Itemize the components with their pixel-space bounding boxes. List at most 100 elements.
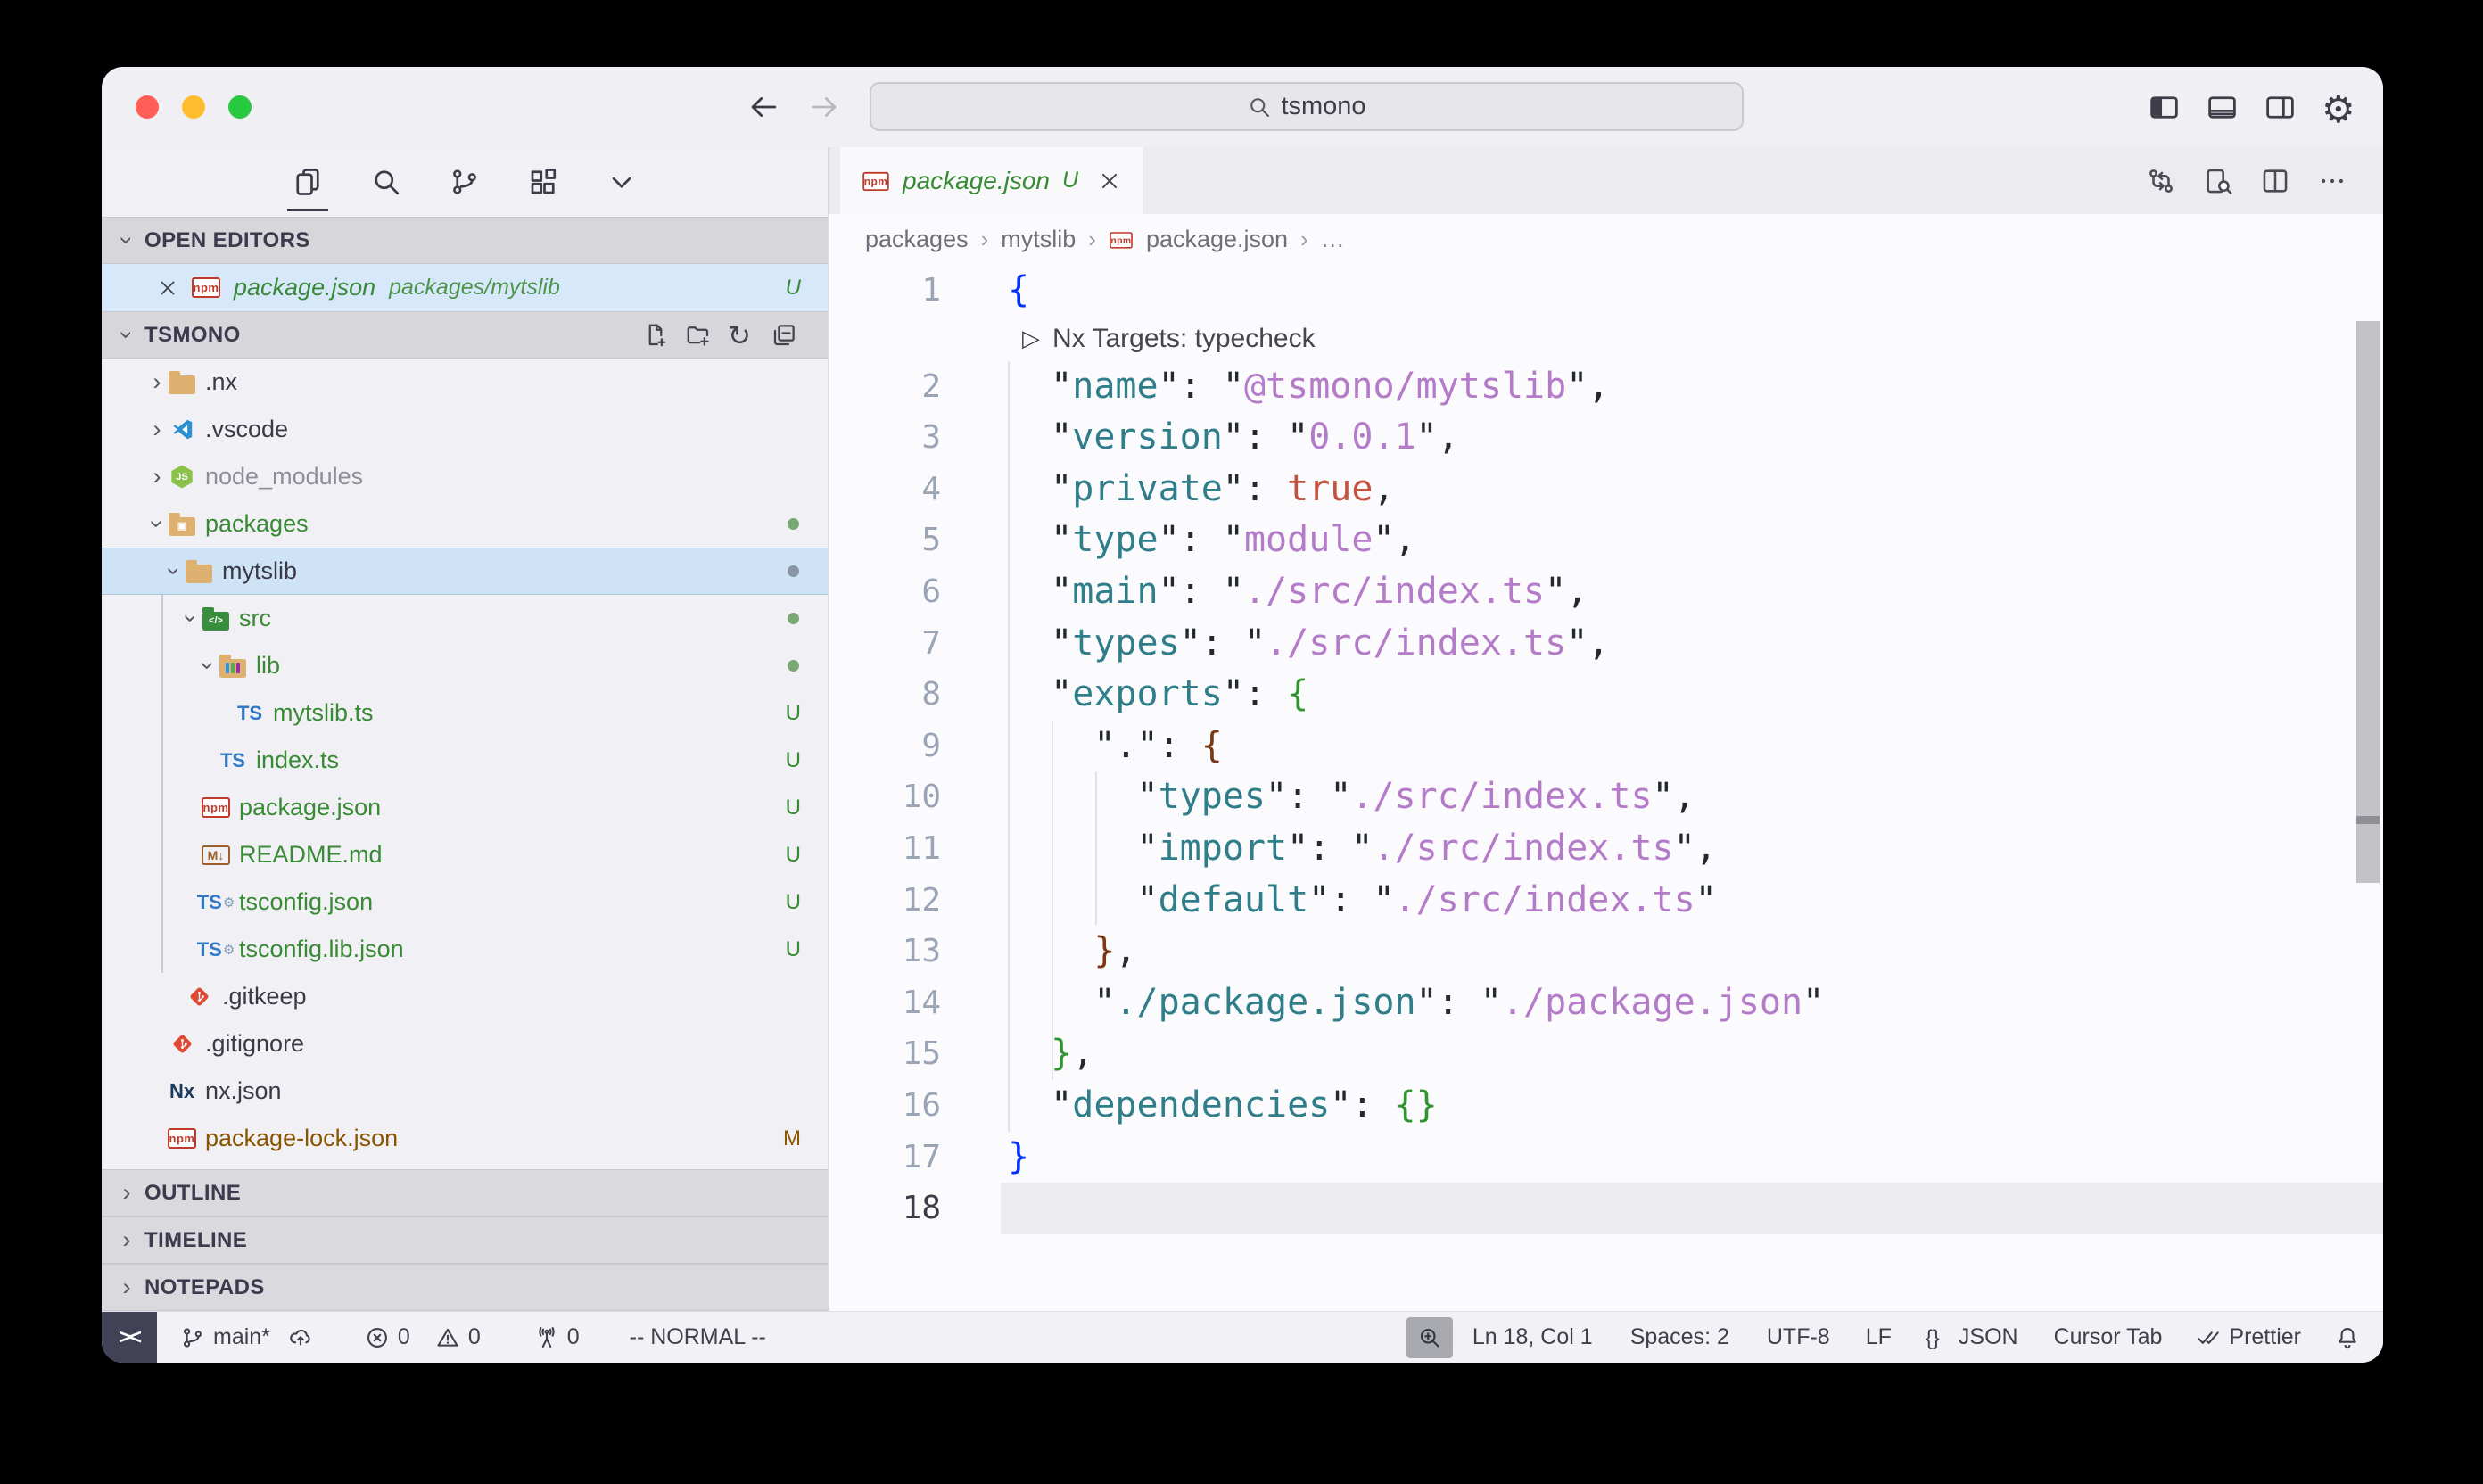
breadcrumb-item[interactable]: … xyxy=(1321,226,1345,253)
section-header-notepads[interactable]: ›NOTEPADS xyxy=(102,1264,828,1311)
code-token: } xyxy=(1093,930,1115,971)
chevron-down-icon[interactable]: › xyxy=(162,561,186,582)
activity-source-control-button[interactable] xyxy=(448,165,482,199)
tree-item--gitkeep[interactable]: .gitkeep xyxy=(102,973,828,1020)
status-item-utf-8[interactable]: UTF-8 xyxy=(1767,1324,1830,1350)
activity-extensions-button[interactable] xyxy=(526,165,560,199)
tree-item-mytslib-ts[interactable]: TSmytslib.tsU xyxy=(102,689,828,737)
open-preview-icon[interactable] xyxy=(2203,166,2233,196)
code-line-18[interactable]: 18 xyxy=(829,1183,2383,1234)
breadcrumb-item[interactable]: mytslib xyxy=(1001,226,1076,253)
tree-item-index-ts[interactable]: TSindex.tsU xyxy=(102,737,828,784)
run-icon[interactable]: ▷ xyxy=(1022,325,1040,352)
status-item--normal-[interactable]: -- NORMAL -- xyxy=(630,1324,766,1350)
activity-search-button[interactable] xyxy=(369,165,403,199)
status-item-0[interactable]: 0 xyxy=(534,1324,580,1350)
status-item-main-[interactable]: main* xyxy=(180,1324,270,1350)
chevron-right-icon[interactable]: › xyxy=(146,465,168,489)
code-line-2[interactable]: 2 "name": "@tsmono/mytslib", xyxy=(829,361,2383,413)
tree-item-package-json[interactable]: npmpackage.jsonU xyxy=(102,784,828,831)
breadcrumb-item[interactable]: packages xyxy=(865,226,969,253)
remote-indicator[interactable]: >< xyxy=(102,1312,157,1364)
activity-views-more-button[interactable] xyxy=(605,165,639,199)
code-line-13[interactable]: 13 }, xyxy=(829,926,2383,977)
code-line-3[interactable]: 3 "version": "0.0.1", xyxy=(829,412,2383,464)
navigate-back-icon[interactable] xyxy=(747,90,780,124)
command-center-search[interactable]: tsmono xyxy=(870,82,1744,131)
code-line-12[interactable]: 12 "default": "./src/index.ts" xyxy=(829,875,2383,927)
scrollbar-thumb[interactable] xyxy=(2356,321,2380,883)
layout-sidebar-right-icon[interactable] xyxy=(2264,91,2297,124)
chevron-down-icon[interactable]: › xyxy=(145,514,169,535)
code-line-10[interactable]: 10 "types": "./src/index.ts", xyxy=(829,771,2383,823)
code-line-8[interactable]: 8 "exports": { xyxy=(829,669,2383,721)
code-editor[interactable]: 1{ ▷ Nx Targets: typecheck 2 "name": "@tsmo… xyxy=(829,265,2383,1311)
section-header-outline[interactable]: ›OUTLINE xyxy=(102,1169,828,1216)
minimize-window-button[interactable] xyxy=(182,95,205,119)
maximize-window-button[interactable] xyxy=(228,95,252,119)
code-line-9[interactable]: 9 ".": { xyxy=(829,721,2383,772)
settings-gear-icon[interactable]: ⚙ xyxy=(2322,91,2355,124)
section-header-timeline[interactable]: ›TIMELINE xyxy=(102,1216,828,1264)
code-line-17[interactable]: 17} xyxy=(829,1132,2383,1183)
chevron-right-icon[interactable]: › xyxy=(146,370,168,394)
status-item-0[interactable]: 0 xyxy=(365,1324,410,1350)
workspace-section-header[interactable]: › TSMONO ↻ xyxy=(102,311,828,359)
status-item-prettier[interactable]: Prettier xyxy=(2196,1324,2301,1350)
tree-item-mytslib[interactable]: ›mytslib xyxy=(102,548,828,595)
new-folder-icon[interactable] xyxy=(685,322,712,349)
tree-item-lib[interactable]: ›lib xyxy=(102,642,828,689)
close-tab-icon[interactable] xyxy=(1098,169,1121,193)
tree-item-packages[interactable]: ›▣packages xyxy=(102,500,828,548)
open-editors-section-header[interactable]: › OPEN EDITORS xyxy=(102,217,828,264)
status-item-lf[interactable]: LF xyxy=(1866,1324,1892,1350)
code-line-1[interactable]: 1{ xyxy=(829,265,2383,317)
collapse-all-icon[interactable] xyxy=(771,322,797,349)
tree-item-package-lock-json[interactable]: npmpackage-lock.jsonM xyxy=(102,1115,828,1162)
tree-item--gitignore[interactable]: .gitignore xyxy=(102,1020,828,1068)
tree-item-tsconfig-lib-json[interactable]: TS⚙tsconfig.lib.jsonU xyxy=(102,926,828,973)
split-editor-icon[interactable] xyxy=(2260,166,2290,196)
layout-panel-icon[interactable] xyxy=(2206,91,2239,124)
status-item-json[interactable]: {}JSON xyxy=(1926,1324,2018,1350)
code-line-7[interactable]: 7 "types": "./src/index.ts", xyxy=(829,618,2383,670)
chevron-right-icon[interactable]: › xyxy=(146,417,168,441)
tree-item--nx[interactable]: ›.nx xyxy=(102,359,828,406)
code-line-14[interactable]: 14 "./package.json": "./package.json" xyxy=(829,977,2383,1029)
status-item-0[interactable]: 0 xyxy=(435,1324,481,1350)
tree-item-nx-json[interactable]: Nxnx.json xyxy=(102,1068,828,1115)
activity-explorer-button[interactable] xyxy=(291,165,325,199)
tree-item-readme-md[interactable]: M↓README.mdU xyxy=(102,831,828,878)
refresh-icon[interactable]: ↻ xyxy=(728,322,755,349)
status-item-bell[interactable] xyxy=(2335,1325,2360,1350)
code-line-16[interactable]: 16 "dependencies": {} xyxy=(829,1080,2383,1132)
close-window-button[interactable] xyxy=(136,95,159,119)
navigate-forward-icon[interactable] xyxy=(807,90,841,124)
code-line-6[interactable]: 6 "main": "./src/index.ts", xyxy=(829,566,2383,618)
codelens-label[interactable]: Nx Targets: typecheck xyxy=(1052,324,1316,354)
code-line-11[interactable]: 11 "import": "./src/index.ts", xyxy=(829,823,2383,875)
tab-package-json[interactable]: npm package.json U xyxy=(840,147,1143,214)
codelens-nx-targets[interactable]: ▷ Nx Targets: typecheck xyxy=(829,317,2383,361)
layout-sidebar-left-icon[interactable] xyxy=(2148,91,2181,124)
code-line-15[interactable]: 15 }, xyxy=(829,1028,2383,1080)
code-line-4[interactable]: 4 "private": true, xyxy=(829,464,2383,515)
tree-item--vscode[interactable]: ›.vscode xyxy=(102,406,828,453)
chevron-down-icon[interactable]: › xyxy=(179,608,203,630)
tree-item-tsconfig-json[interactable]: TS⚙tsconfig.jsonU xyxy=(102,878,828,926)
open-editor-item[interactable]: npm package.json packages/mytslib U xyxy=(102,264,828,311)
more-actions-icon[interactable] xyxy=(2317,166,2347,196)
new-file-icon[interactable] xyxy=(642,322,669,349)
tree-item-src[interactable]: ›</>src xyxy=(102,595,828,642)
status-item-cloud-upload[interactable] xyxy=(288,1325,313,1350)
code-line-5[interactable]: 5 "type": "module", xyxy=(829,515,2383,566)
close-icon[interactable] xyxy=(157,277,178,299)
breadcrumb-item[interactable]: package.json xyxy=(1146,226,1288,253)
chevron-down-icon[interactable]: › xyxy=(196,655,220,677)
status-item-zoom-plus[interactable] xyxy=(1406,1317,1453,1358)
status-item-ln-18-col-1[interactable]: Ln 18, Col 1 xyxy=(1472,1324,1593,1350)
tree-item-node-modules[interactable]: ›JSnode_modules xyxy=(102,453,828,500)
status-item-spaces-2[interactable]: Spaces: 2 xyxy=(1630,1324,1729,1350)
status-item-cursor-tab[interactable]: Cursor Tab xyxy=(2054,1324,2163,1350)
compare-changes-icon[interactable] xyxy=(2146,166,2176,196)
